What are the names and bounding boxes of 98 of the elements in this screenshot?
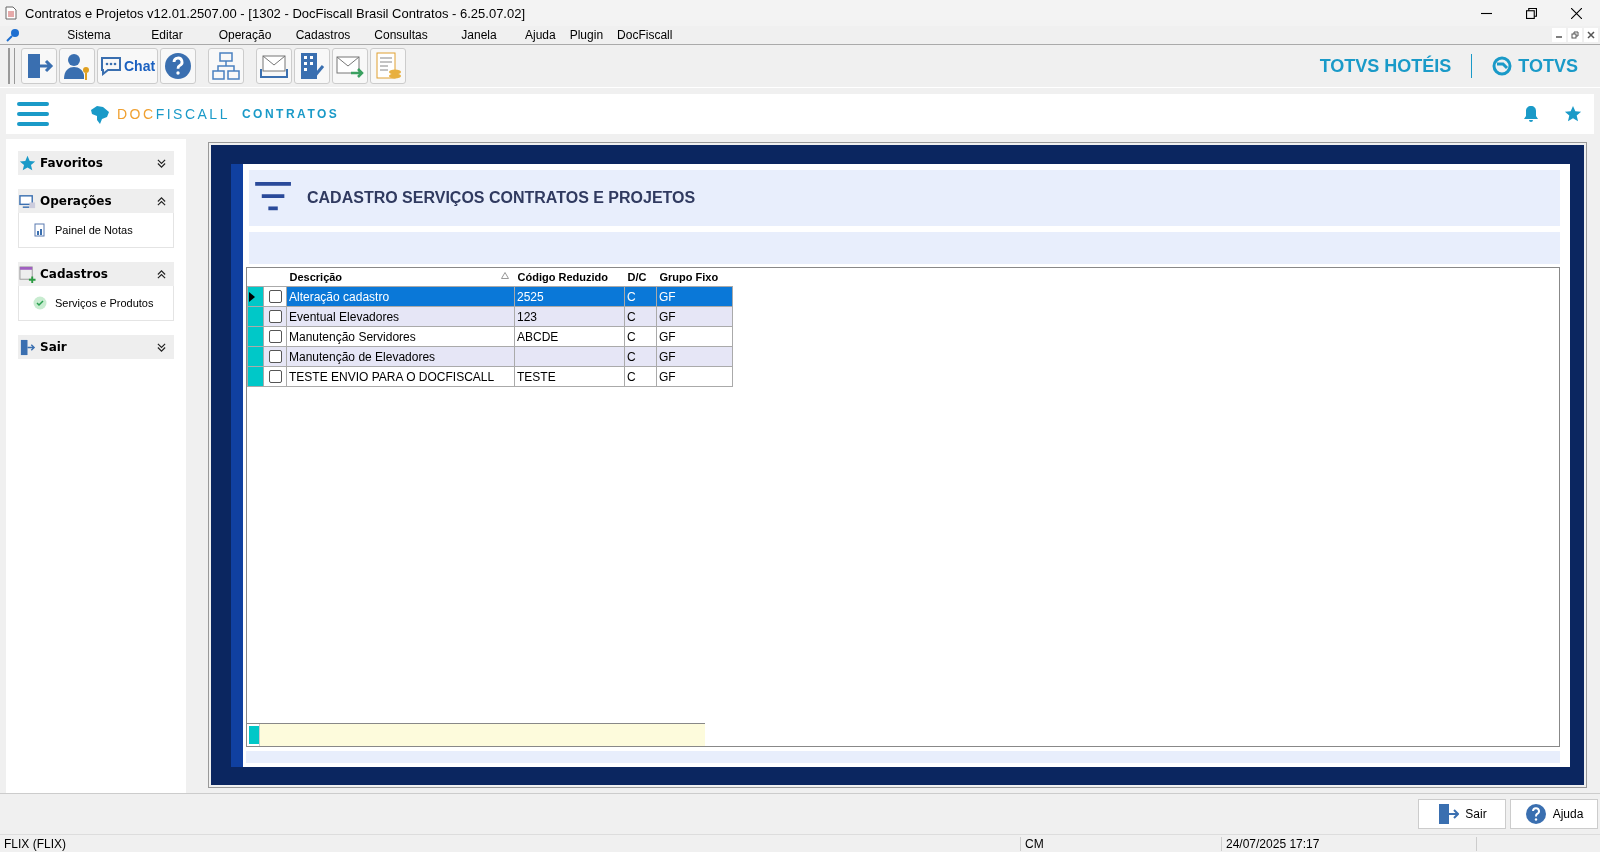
page-title: CADASTRO SERVIÇOS CONTRATOS E PROJETOS (307, 189, 696, 207)
table-cell: TESTE (517, 369, 556, 384)
table-cell: 123 (517, 309, 538, 324)
table-row[interactable]: Manutenção Servidores ABCDE C GF (247, 326, 733, 347)
section-title: Operações (40, 194, 112, 208)
table-cell: 2525 (517, 289, 544, 304)
speech-bubble-icon (100, 56, 122, 76)
menu-item[interactable]: Ajuda (518, 28, 563, 42)
section-title: Favoritos (40, 156, 103, 170)
exit-icon (19, 338, 36, 356)
exit-icon (1437, 803, 1460, 825)
pin-icon[interactable] (6, 28, 20, 42)
sort-icon[interactable] (500, 272, 509, 279)
chevron-icon[interactable] (157, 269, 166, 279)
menu-item[interactable]: Plugin (562, 28, 611, 42)
restore-icon[interactable] (1526, 7, 1537, 19)
user-key-button[interactable] (59, 48, 95, 84)
table-row[interactable]: Manutenção de Elevadores C GF (247, 346, 733, 367)
building-edit-button[interactable] (294, 48, 331, 84)
menu-item[interactable]: Sistema (50, 28, 128, 42)
checkbox[interactable] (268, 350, 282, 363)
checkbox[interactable] (268, 370, 282, 383)
table-cell: C (627, 309, 636, 324)
exit-button[interactable]: Sair (1418, 799, 1506, 829)
help-icon (1524, 803, 1547, 825)
row-indicator (249, 726, 259, 744)
brand-text: TOTVS HOTÉIS (1319, 55, 1452, 77)
table-cell: Alteração cadastro (289, 289, 390, 304)
status-text: CM (1021, 836, 1222, 851)
menu-item[interactable]: Consultas (362, 28, 440, 42)
chevron-icon[interactable] (157, 342, 166, 352)
checkbox[interactable] (268, 310, 282, 323)
menu-item[interactable]: Operação (206, 28, 284, 42)
chevron-icon[interactable] (157, 158, 166, 168)
logo-name: FISCALL (155, 106, 230, 122)
check-icon (33, 296, 47, 310)
star-icon[interactable] (1564, 105, 1582, 123)
row-pointer-icon (249, 291, 255, 302)
table-row[interactable]: Eventual Elevadores 123 C GF (247, 306, 733, 327)
window-title: Contratos e Projetos v12.01.2507.00 - [1302 - DocFiscall Brasil Contratos - 6.25.07.02] (25, 5, 526, 21)
table-cell: C (627, 289, 636, 304)
chevron-icon[interactable] (157, 196, 166, 206)
table-cell: Manutenção de Elevadores (289, 349, 436, 364)
star-icon (19, 154, 36, 172)
status-text: 24/07/2025 17:17 (1222, 836, 1477, 851)
menu-item[interactable]: Editar (128, 28, 206, 42)
column-header[interactable]: D/C (624, 268, 657, 287)
menu-item[interactable]: Cadastros (284, 28, 362, 42)
monitor-icon (19, 192, 36, 210)
logo-prefix: DOC (117, 106, 156, 122)
map-icon (89, 104, 111, 124)
status-text: FLIX (FLIX) (0, 836, 1021, 851)
table-cell: GF (659, 329, 676, 344)
document-icon (5, 6, 17, 20)
table-row[interactable]: Alteração cadastro 2525 C GF (247, 286, 733, 307)
table-cell: C (627, 349, 636, 364)
column-header[interactable]: Código Reduzido (514, 268, 625, 287)
product-name: CONTRATOS (241, 107, 340, 121)
mail-tray-button[interactable] (256, 48, 293, 84)
table-cell: GF (659, 349, 676, 364)
close-icon[interactable] (1571, 7, 1582, 19)
toolbar-grip[interactable] (8, 48, 15, 84)
table-cell: Manutenção Servidores (289, 329, 416, 344)
report-icon (33, 223, 47, 237)
table-cell: ABCDE (517, 329, 559, 344)
table-row[interactable]: TESTE ENVIO PARA O DOCFISCALL TESTE C GF (247, 366, 733, 387)
table-cell: GF (659, 309, 676, 324)
checkbox[interactable] (268, 290, 282, 303)
menu-item[interactable]: DocFiscall (610, 28, 680, 42)
sidebar-section[interactable]: Operações (18, 189, 174, 213)
sidebar-section[interactable]: Favoritos (18, 151, 174, 175)
table-cell: Eventual Elevadores (289, 309, 400, 324)
column-header[interactable]: Grupo Fixo (656, 268, 733, 287)
close-icon[interactable] (1584, 28, 1598, 42)
bell-icon[interactable] (1522, 105, 1540, 123)
brand-text: TOTVS (1518, 55, 1578, 77)
sidebar-section[interactable]: Sair (18, 335, 174, 359)
table-cell: C (627, 329, 636, 344)
logo-icon (1492, 56, 1513, 76)
section-title: Cadastros (40, 267, 108, 281)
table-cell: GF (659, 289, 676, 304)
org-chart-button[interactable] (208, 48, 245, 84)
chat-button[interactable]: Chat (97, 48, 159, 84)
mail-send-button[interactable] (332, 48, 369, 84)
section-title: Sair (40, 340, 67, 354)
table-cell: TESTE ENVIO PARA O DOCFISCALL (289, 369, 495, 384)
table-add-icon (19, 265, 36, 283)
help-button[interactable] (160, 48, 197, 84)
help-button[interactable]: Ajuda (1510, 799, 1598, 829)
table-cell: C (627, 369, 636, 384)
footer-field[interactable] (259, 724, 705, 746)
menu-item[interactable]: Janela (440, 28, 518, 42)
menu-icon[interactable] (17, 101, 49, 127)
column-header[interactable]: Descrição (286, 268, 515, 287)
table-cell: GF (659, 369, 676, 384)
exit-button[interactable] (21, 48, 57, 84)
checkbox[interactable] (268, 330, 282, 343)
sidebar-section[interactable]: Cadastros (18, 262, 174, 286)
